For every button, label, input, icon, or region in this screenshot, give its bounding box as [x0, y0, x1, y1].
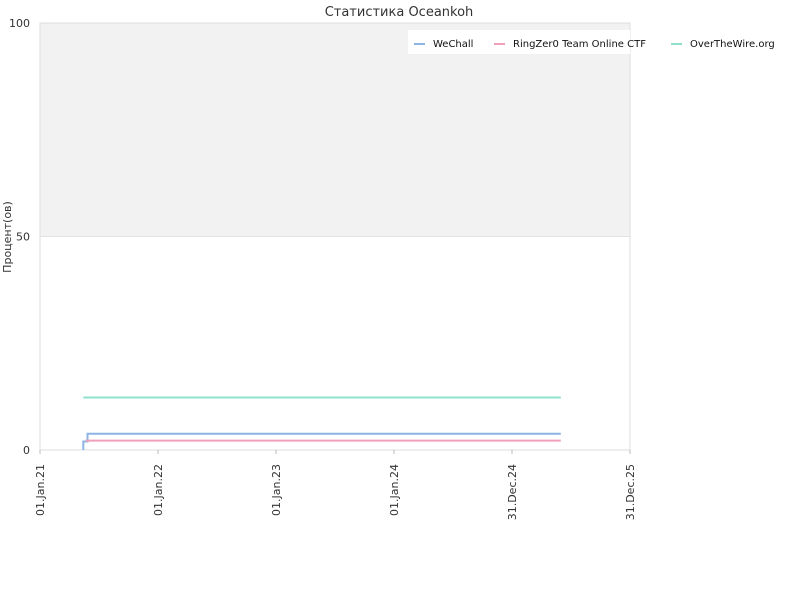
legend-label: WeChall — [433, 39, 473, 50]
y-tick-label: 50 — [16, 231, 30, 244]
y-axis-label: Процент(ов) — [1, 201, 14, 273]
legend-label: OverTheWire.org — [690, 39, 775, 50]
y-tick-label: 0 — [23, 444, 30, 457]
chart-svg: Статистика Oceankoh 050100 01.Jan.21 01.J… — [1, 5, 775, 520]
x-tick-label: 01.Jan.24 — [388, 464, 401, 516]
x-axis: 01.Jan.21 01.Jan.22 01.Jan.23 01.Jan.24 31.D… — [34, 450, 637, 520]
x-tick-label: 01.Jan.23 — [270, 464, 283, 516]
x-tick-label: 01.Jan.22 — [152, 464, 165, 516]
x-tick-label: 31.Dec.24 — [506, 464, 519, 520]
chart-title: Статистика Oceankoh — [325, 5, 474, 20]
x-tick-label: 01.Jan.21 — [34, 464, 47, 516]
series-line — [82, 432, 561, 450]
x-tick-label: 31.Dec.25 — [624, 464, 637, 520]
legend: WeChall RingZer0 Team Online CTF OverTheWi… — [408, 30, 775, 54]
y-tick-label: 100 — [9, 17, 30, 30]
shaded-band — [40, 23, 630, 237]
legend-label: RingZer0 Team Online CTF — [513, 39, 646, 50]
plot-area — [39, 22, 631, 451]
